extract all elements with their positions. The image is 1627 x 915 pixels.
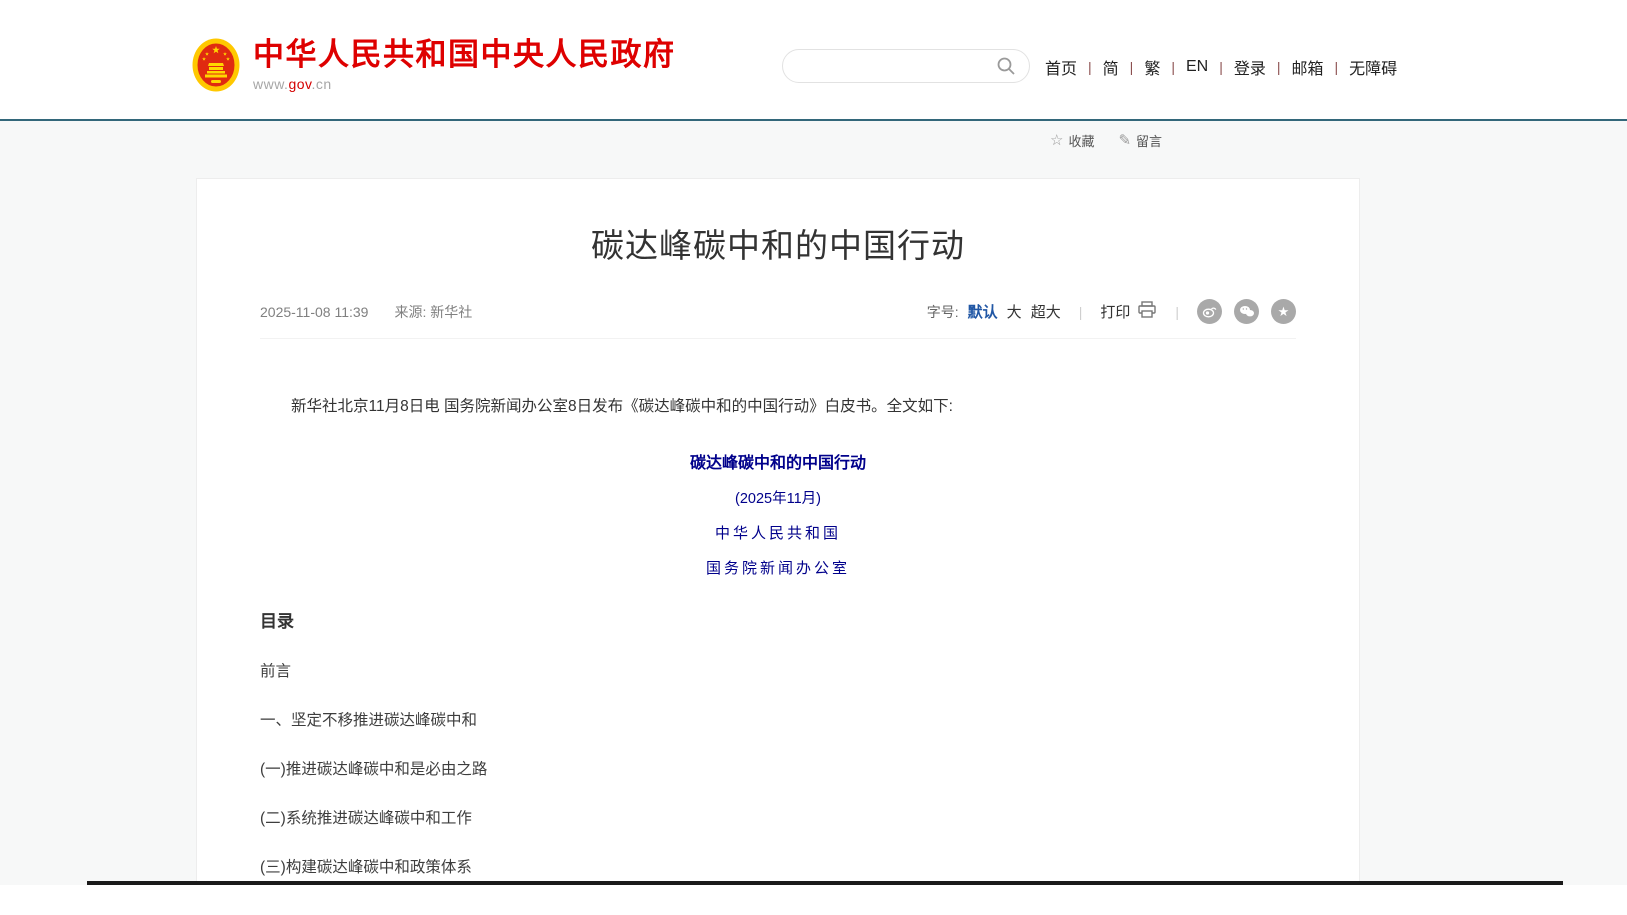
- favorite-label: 收藏: [1068, 131, 1094, 150]
- nav-separator: |: [1219, 59, 1223, 75]
- nav-item-login[interactable]: 登录: [1234, 55, 1266, 79]
- toc-item-preface: 前言: [260, 659, 1296, 681]
- toc-heading: 目录: [260, 607, 1296, 632]
- search-input[interactable]: [801, 58, 995, 74]
- search-icon[interactable]: [995, 55, 1017, 77]
- nav-item-traditional[interactable]: 繁: [1144, 55, 1160, 79]
- article-meta-row: 2025-11-08 11:39 来源: 新华社 字号: 默认 大 超大 | 打…: [260, 299, 1296, 339]
- favorite-button[interactable]: ☆ 收藏: [1050, 131, 1094, 150]
- article-action-row: ☆ 收藏 ✎ 留言: [1050, 131, 1162, 150]
- site-title: 中华人民共和国中央人民政府: [253, 37, 676, 73]
- meta-left: 2025-11-08 11:39 来源: 新华社: [260, 302, 472, 322]
- nav-separator: |: [1171, 59, 1175, 75]
- fontsize-option-large[interactable]: 大: [1007, 301, 1022, 322]
- toc-item-1-1: (一)推进碳达峰碳中和是必由之路: [260, 757, 1296, 779]
- doc-org-line2: 国务院新闻办公室: [260, 557, 1296, 578]
- site-header: 中华人民共和国中央人民政府 www.gov.cn 首页 | 简 | 繁 | EN…: [0, 0, 1627, 121]
- doc-title: 碳达峰碳中和的中国行动: [260, 449, 1296, 473]
- article-source: 来源: 新华社: [394, 302, 472, 322]
- viewport-bottom-margin: [0, 885, 1627, 915]
- fontsize-option-xlarge[interactable]: 超大: [1031, 301, 1061, 322]
- fontsize-label: 字号:: [927, 302, 959, 322]
- article-title: 碳达峰碳中和的中国行动: [260, 219, 1296, 267]
- toc-item-1-2: (二)系统推进碳达峰碳中和工作: [260, 806, 1296, 828]
- comment-label: 留言: [1136, 131, 1162, 150]
- meta-right: 字号: 默认 大 超大 | 打印 |: [927, 299, 1296, 324]
- weibo-share-icon[interactable]: [1197, 299, 1222, 324]
- logo-text: 中华人民共和国中央人民政府 www.gov.cn: [253, 37, 676, 92]
- printer-icon: [1137, 301, 1157, 323]
- nav-separator: |: [1088, 59, 1092, 75]
- top-nav: 首页 | 简 | 繁 | EN | 登录 | 邮箱 | 无障碍: [1045, 54, 1397, 80]
- nav-item-home[interactable]: 首页: [1045, 55, 1077, 79]
- site-logo[interactable]: 中华人民共和国中央人民政府 www.gov.cn: [192, 37, 676, 98]
- toc-item-1: 一、坚定不移推进碳达峰碳中和: [260, 708, 1296, 730]
- toc-item-1-3: (三)构建碳达峰碳中和政策体系: [260, 855, 1296, 877]
- share-icons: ★: [1197, 299, 1296, 324]
- article-body: 新华社北京11月8日电 国务院新闻办公室8日发布《碳达峰碳中和的中国行动》白皮书…: [260, 395, 1296, 915]
- nav-item-english[interactable]: EN: [1186, 58, 1208, 76]
- article-date: 2025-11-08 11:39: [260, 304, 368, 320]
- article-card: 碳达峰碳中和的中国行动 2025-11-08 11:39 来源: 新华社 字号:…: [196, 178, 1360, 915]
- doc-date: (2025年11月): [260, 487, 1296, 508]
- fontsize-option-default[interactable]: 默认: [968, 301, 998, 322]
- nav-separator: |: [1335, 59, 1339, 75]
- doc-org-line1: 中华人民共和国: [260, 522, 1296, 543]
- comment-button[interactable]: ✎ 留言: [1118, 131, 1162, 150]
- nav-separator: |: [1277, 59, 1281, 75]
- pencil-icon: ✎: [1118, 133, 1131, 148]
- page: 中华人民共和国中央人民政府 www.gov.cn 首页 | 简 | 繁 | EN…: [0, 0, 1627, 915]
- meta-separator: |: [1079, 304, 1083, 320]
- search-box: [782, 49, 1030, 83]
- qzone-share-icon[interactable]: ★: [1271, 299, 1296, 324]
- print-label: 打印: [1100, 301, 1130, 322]
- wechat-share-icon[interactable]: [1234, 299, 1259, 324]
- national-emblem-icon: [192, 37, 240, 98]
- site-url: www.gov.cn: [253, 76, 676, 92]
- nav-item-simplified[interactable]: 简: [1103, 55, 1119, 79]
- nav-item-mail[interactable]: 邮箱: [1292, 55, 1324, 79]
- nav-separator: |: [1130, 59, 1134, 75]
- star-outline-icon: ☆: [1050, 133, 1063, 148]
- print-button[interactable]: 打印: [1100, 301, 1157, 323]
- article-lead-paragraph: 新华社北京11月8日电 国务院新闻办公室8日发布《碳达峰碳中和的中国行动》白皮书…: [260, 395, 1296, 420]
- meta-separator: |: [1175, 304, 1179, 320]
- nav-item-accessibility[interactable]: 无障碍: [1349, 55, 1397, 79]
